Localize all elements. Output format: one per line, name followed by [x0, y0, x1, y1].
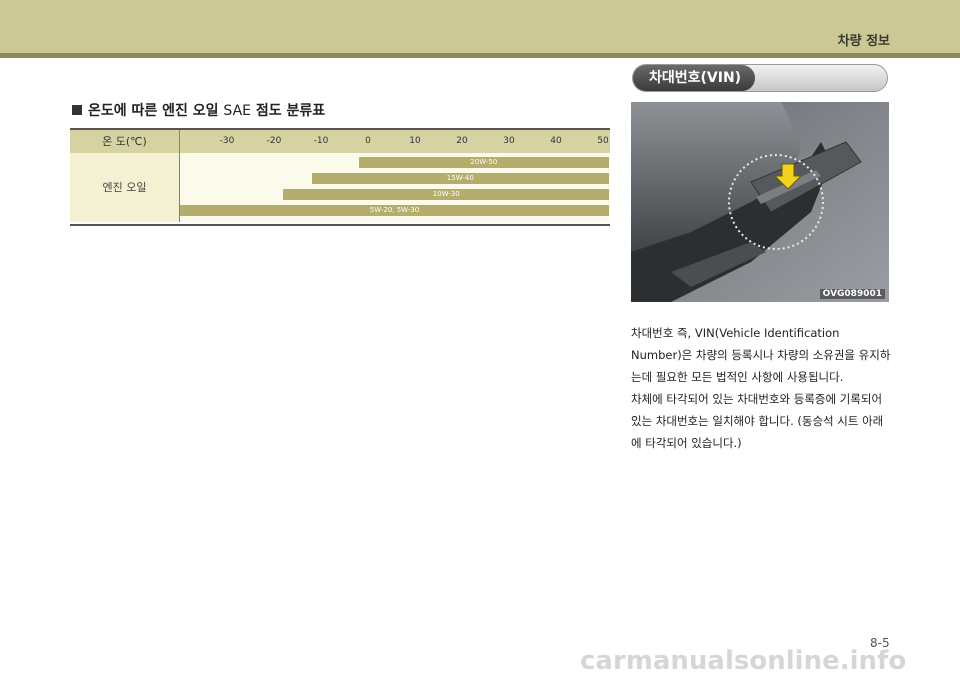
temperature-tick: -10	[313, 136, 329, 146]
oil-title-prefix: 온도에 따른 엔진 오일	[88, 103, 219, 119]
temperature-tick: 20	[456, 136, 468, 146]
vin-description: 차대번호 즉, VIN(Vehicle Identification Numbe…	[631, 322, 891, 454]
oil-title-suffix: 점도 분류표	[255, 103, 326, 119]
square-bullet-icon	[72, 105, 82, 115]
watermark: carmanualsonline.info	[580, 646, 907, 676]
temperature-header-label: 온 도(℃)	[70, 130, 180, 153]
top-band	[0, 0, 960, 53]
temperature-tick: 30	[503, 136, 515, 146]
image-code: OVG089001	[819, 289, 885, 299]
vin-section-title: 차대번호(VIN)	[649, 70, 742, 86]
vin-title-pill: 차대번호(VIN)	[632, 64, 888, 92]
temperature-tick: 0	[365, 136, 371, 146]
temperature-tick: -30	[219, 136, 235, 146]
viscosity-bar: 10W-30	[283, 189, 609, 200]
oil-viscosity-table: 온 도(℃) -30 -20 -10 0 10 20 30 40 50 엔진 오일 20W-50…	[70, 128, 610, 226]
temperature-tick: -20	[266, 136, 282, 146]
viscosity-bar: 15W-40	[311, 173, 609, 184]
chapter-title: 차량 정보	[837, 34, 890, 49]
temperature-header-row: 온 도(℃) -30 -20 -10 0 10 20 30 40 50	[70, 130, 610, 154]
temperature-tick: 10	[409, 136, 421, 146]
temperature-tick: 40	[550, 136, 562, 146]
vin-location-photo: OVG089001	[631, 102, 889, 302]
temperature-tick: 50	[597, 136, 609, 146]
vin-paragraph-2: 차체에 타각되어 있는 차대번호와 등록증에 기록되어 있는 차대번호는 일치해…	[631, 392, 884, 450]
viscosity-bar: 5W-20, 5W-30	[180, 205, 609, 216]
viscosity-bar: 20W-50	[358, 157, 609, 168]
seat-floor-illustration	[631, 102, 889, 302]
vin-paragraph-1: 차대번호 즉, VIN(Vehicle Identification Numbe…	[631, 326, 891, 384]
top-band-line	[0, 53, 960, 58]
viscosity-bar-area: 20W-50 15W-40 10W-30 5W-20, 5W-30	[180, 153, 610, 222]
engine-oil-label: 엔진 오일	[70, 153, 180, 222]
oil-title-sae: SAE	[223, 103, 251, 119]
oil-section-title: 온도에 따른 엔진 오일 SAE 점도 분류표	[72, 100, 325, 120]
